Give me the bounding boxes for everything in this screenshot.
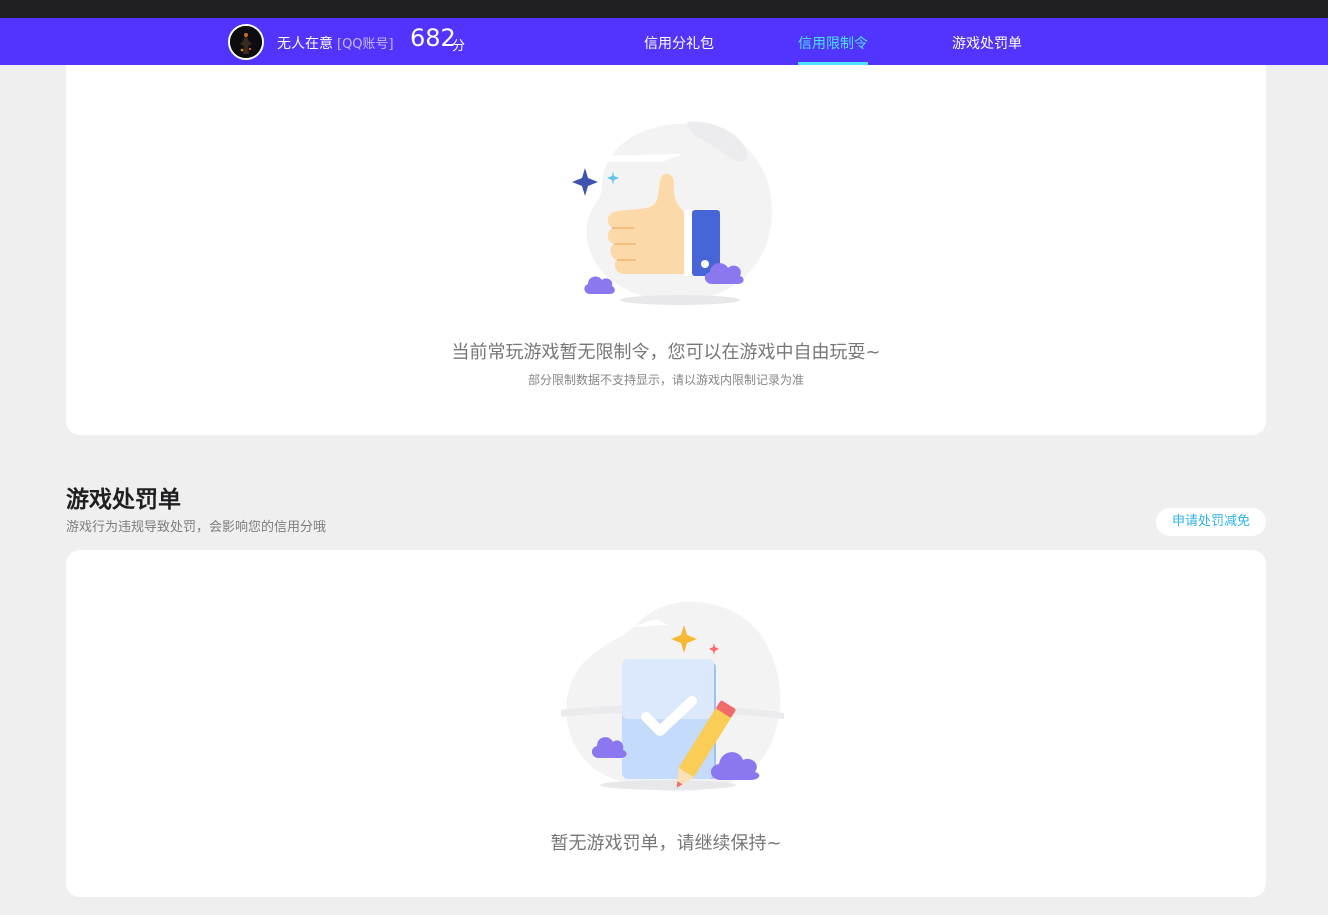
tab-game-penalty[interactable]: 游戏处罚单 [952,33,1022,65]
section-subtitle: 游戏行为违规导致处罚，会影响您的信用分哦 [66,520,327,535]
penalty-card: 暂无游戏罚单，请继续保持~ [66,550,1266,897]
tab-credit-restriction[interactable]: 信用限制令 [798,33,868,65]
window-top-strip [0,0,1328,18]
tab-credit-gift[interactable]: 信用分礼包 [644,33,714,65]
document-check-illustration [561,601,784,792]
user-name-display: 无人在意 [QQ账号] [277,33,394,53]
account-type: [QQ账号] [337,37,394,52]
penalty-empty-message: 暂无游戏罚单，请继续保持~ [550,833,782,854]
credit-score-unit: 分 [452,39,466,54]
restriction-card: 当前常玩游戏暂无限制令，您可以在游戏中自由玩耍~ 部分限制数据不支持显示，请以游… [66,40,1266,435]
restriction-note: 部分限制数据不支持显示，请以游戏内限制记录为准 [527,373,804,387]
top-navbar: 无人在意 [QQ账号] 682 分 信用分礼包 信用限制令 游戏处罚单 [0,18,1328,65]
restriction-empty-message: 当前常玩游戏暂无限制令，您可以在游戏中自由玩耍~ [451,342,881,363]
thumbs-up-illustration [572,121,772,305]
section-title: 游戏处罚单 [66,487,181,513]
apply-penalty-reduction-button[interactable]: 申请处罚减免 [1156,508,1266,536]
credit-score: 682 [410,24,456,52]
username: 无人在意 [277,36,333,52]
avatar[interactable] [228,24,264,60]
